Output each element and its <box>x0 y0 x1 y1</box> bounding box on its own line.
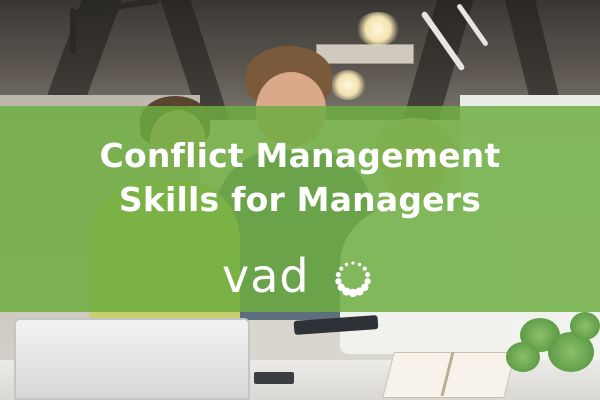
ceiling-lamp <box>330 70 366 100</box>
dotted-o-logo-icon <box>335 261 371 298</box>
logo-dot <box>362 266 367 271</box>
plant-leaf <box>570 312 600 340</box>
logo-dot <box>335 272 341 278</box>
banner-title-line-1: Conflict Management <box>99 136 501 175</box>
logo-dot <box>365 272 371 278</box>
logo-dot <box>339 266 344 271</box>
logo-dot <box>337 283 345 292</box>
logo-wordmark: vad <box>222 249 310 303</box>
ceiling-vent <box>316 44 414 64</box>
vado-logo: vad <box>222 248 382 308</box>
logo-dot <box>364 278 371 285</box>
ceiling-lamp <box>356 12 400 46</box>
banner-title: Conflict Management Skills for Managers <box>0 134 600 222</box>
laptop <box>14 318 250 400</box>
logo-dot <box>335 278 342 285</box>
banner-title-line-2: Skills for Managers <box>118 180 482 219</box>
plant-leaf <box>506 342 540 372</box>
logo-dots <box>335 261 371 298</box>
phone <box>254 372 294 384</box>
logo-dot <box>357 262 362 267</box>
logo-dot <box>344 262 349 267</box>
logo-dot <box>351 261 355 265</box>
